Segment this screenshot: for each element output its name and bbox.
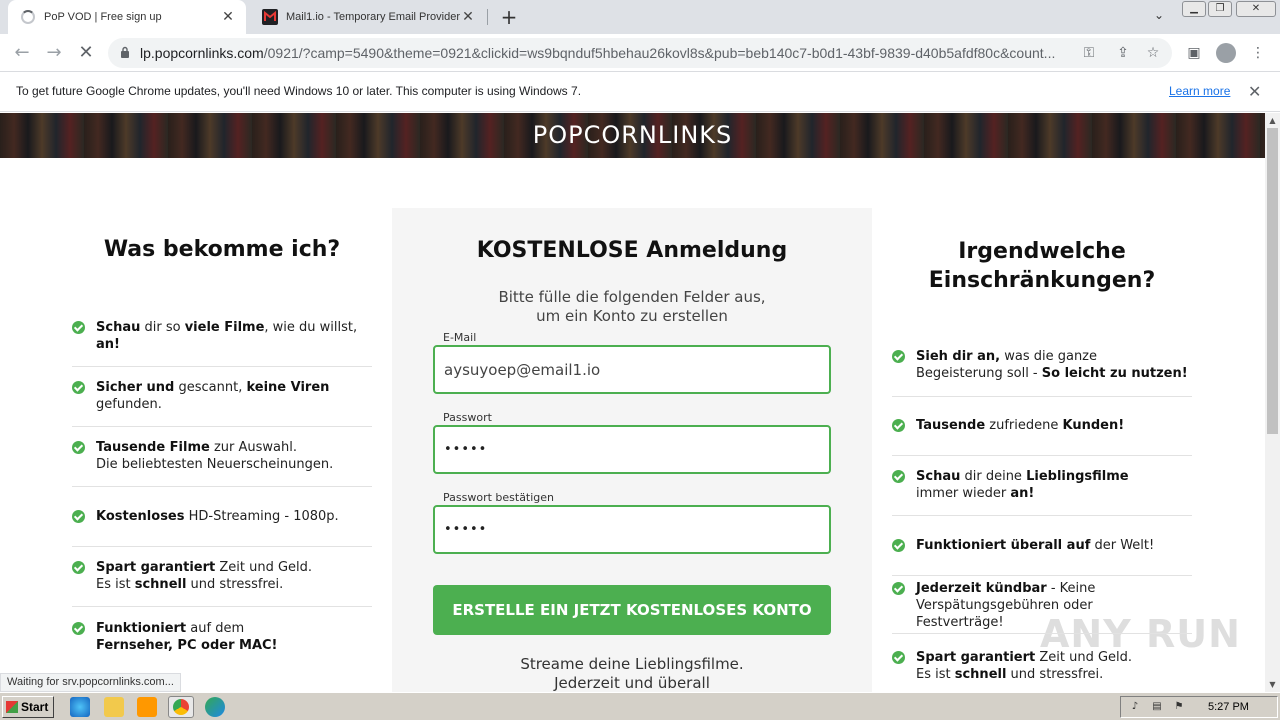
scroll-down-arrow-icon[interactable]: ▼ <box>1265 677 1280 692</box>
internet-explorer-icon[interactable] <box>70 697 90 717</box>
taskbar-clock: 5:27 PM <box>1208 701 1249 713</box>
green-check-icon <box>892 350 905 363</box>
forward-icon[interactable]: → <box>42 41 66 65</box>
feature-divider <box>892 633 1192 634</box>
learn-more-link[interactable]: Learn more <box>1169 84 1230 98</box>
form-title: KOSTENLOSE Anmeldung <box>476 238 788 263</box>
right-column-title: Irgendwelche Einschränkungen? <box>892 237 1192 295</box>
green-check-icon <box>892 582 905 595</box>
restore-window-button[interactable]: ❐ <box>1208 1 1232 17</box>
lock-icon <box>121 46 129 58</box>
media-player-icon[interactable] <box>137 697 157 717</box>
loading-spinner-icon <box>20 9 36 25</box>
chrome-taskbar-button[interactable] <box>168 696 194 718</box>
feature-divider <box>892 455 1192 456</box>
start-button[interactable]: Start <box>2 696 54 718</box>
feature-divider <box>72 366 372 367</box>
side-panel-icon[interactable]: ▣ <box>1184 43 1204 63</box>
mail1-favicon-icon <box>262 9 278 25</box>
windows-taskbar: Start ♪ ▤ ⚑ 5:27 PM <box>0 692 1280 720</box>
green-check-icon <box>72 441 85 454</box>
green-check-icon <box>892 651 905 664</box>
close-window-button[interactable]: ✕ <box>1236 1 1276 17</box>
tab-separator <box>487 9 488 25</box>
create-account-button[interactable]: ERSTELLE EIN JETZT KOSTENLOSES KONTO <box>433 585 831 635</box>
infobar-message: To get future Google Chrome updates, you… <box>16 84 582 98</box>
scrollbar-thumb[interactable] <box>1267 128 1278 434</box>
password-field[interactable]: ••••• <box>433 425 831 474</box>
tab-title: PoP VOD | Free sign up <box>44 11 162 23</box>
start-label: Start <box>21 700 49 714</box>
volume-icon[interactable]: ♪ <box>1129 701 1141 713</box>
feature-divider <box>72 426 372 427</box>
form-subtitle: Bitte fülle die folgenden Felder aus, um… <box>392 288 872 326</box>
green-check-icon <box>892 419 905 432</box>
new-tab-button[interactable]: + <box>498 6 520 28</box>
flag-notification-icon[interactable]: ⚑ <box>1173 701 1185 713</box>
popcornlinks-logo: POPCORNLINKS <box>532 121 733 149</box>
green-check-icon <box>72 510 85 523</box>
feature-divider <box>72 606 372 607</box>
scroll-up-arrow-icon[interactable]: ▲ <box>1265 113 1280 128</box>
form-subtitle-line-2: um ein Konto zu erstellen <box>536 307 728 325</box>
form-subtitle-line-1: Bitte fülle die folgenden Felder aus, <box>498 288 766 306</box>
password-label: Passwort <box>443 411 492 424</box>
close-tab-icon[interactable]: ✕ <box>460 9 476 25</box>
chrome-icon <box>173 699 189 715</box>
page-scrollbar[interactable]: ▲ ▼ <box>1265 113 1280 692</box>
stop-loading-icon[interactable]: ✕ <box>74 41 98 65</box>
signup-form-panel: KOSTENLOSE Anmeldung Bitte fülle die fol… <box>392 208 872 692</box>
feature-divider <box>892 575 1192 576</box>
system-tray: ♪ ▤ ⚑ <box>1120 696 1278 718</box>
password-key-icon[interactable]: ⚿ <box>1080 44 1098 62</box>
right-title-line-2: Einschränkungen? <box>928 268 1156 293</box>
file-explorer-icon[interactable] <box>104 697 124 717</box>
stream-tagline: Streame deine Lieblingsfilme. Jederzeit … <box>392 655 872 692</box>
email-label: E-Mail <box>443 331 477 344</box>
windows-logo-icon <box>6 701 18 713</box>
green-check-icon <box>72 622 85 635</box>
network-icon[interactable]: ▤ <box>1151 701 1163 713</box>
confirm-password-label: Passwort bestätigen <box>443 491 555 504</box>
url-path: /0921/?camp=5490&theme=0921&clickid=ws9b… <box>263 45 1056 61</box>
movie-posters-banner: POPCORNLINKS <box>0 113 1265 158</box>
address-bar[interactable]: lp.popcornlinks.com/0921/?camp=5490&them… <box>108 38 1172 68</box>
confirm-password-field[interactable]: ••••• <box>433 505 831 554</box>
close-infobar-icon[interactable]: ✕ <box>1248 82 1261 101</box>
back-icon[interactable]: ← <box>10 41 34 65</box>
web-page: POPCORNLINKS Was bekomme ich? KOSTENLOSE… <box>0 113 1265 692</box>
green-check-icon <box>72 561 85 574</box>
feature-divider <box>892 396 1192 397</box>
edge-icon[interactable] <box>205 697 225 717</box>
profile-avatar-icon[interactable] <box>1216 43 1236 63</box>
bookmark-star-icon[interactable]: ☆ <box>1144 44 1162 62</box>
share-icon[interactable]: ⇪ <box>1114 44 1132 62</box>
update-infobar: To get future Google Chrome updates, you… <box>0 72 1280 112</box>
minimize-window-button[interactable]: ▁ <box>1182 1 1206 17</box>
loading-status-bubble: Waiting for srv.popcornlinks.com... <box>0 673 181 692</box>
browser-toolbar: ← → ✕ lp.popcornlinks.com/0921/?camp=549… <box>0 34 1280 72</box>
tab-popvod[interactable]: PoP VOD | Free sign up ✕ <box>8 0 246 34</box>
feature-divider <box>72 546 372 547</box>
tab-search-icon[interactable]: ⌄ <box>1150 8 1168 26</box>
tab-strip: PoP VOD | Free sign up ✕ Mail1.io - Temp… <box>0 0 1280 34</box>
feature-divider <box>72 486 372 487</box>
left-column-title: Was bekomme ich? <box>103 237 341 262</box>
url-domain: lp.popcornlinks.com <box>140 45 264 61</box>
feature-divider <box>892 515 1192 516</box>
stream-tagline-line-1: Streame deine Lieblingsfilme. <box>520 655 744 673</box>
green-check-icon <box>892 470 905 483</box>
tab-title: Mail1.io - Temporary Email Provider <box>286 11 460 23</box>
menu-kebab-icon[interactable]: ⋮ <box>1248 43 1268 63</box>
right-title-line-1: Irgendwelche <box>958 239 1126 264</box>
url-text: lp.popcornlinks.com/0921/?camp=5490&them… <box>140 45 1080 61</box>
green-check-icon <box>72 321 85 334</box>
close-tab-icon[interactable]: ✕ <box>220 9 236 25</box>
green-check-icon <box>72 381 85 394</box>
green-check-icon <box>892 539 905 552</box>
email-field[interactable]: aysuyoep@email1.io <box>433 345 831 394</box>
tab-mail1[interactable]: Mail1.io - Temporary Email Provider ✕ <box>250 0 486 34</box>
stream-tagline-line-2: Jederzeit und überall <box>554 674 710 692</box>
